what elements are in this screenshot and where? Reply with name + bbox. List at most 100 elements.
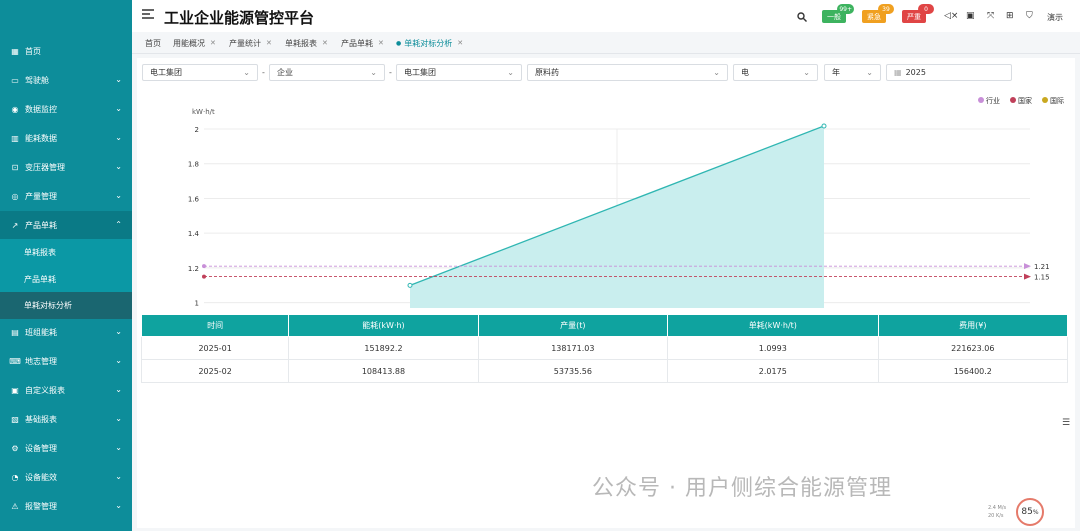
shirt-icon[interactable]: ⛉ — [1026, 11, 1033, 21]
alarm-badge-normal[interactable]: 一般 99+ — [822, 4, 854, 23]
tab-label: 产量统计 — [229, 38, 261, 48]
table-cell: 1.0993 — [667, 336, 879, 360]
tab-product-unit[interactable]: 产品单耗 ✕ — [341, 36, 384, 50]
alarm-badge-urgent[interactable]: 紧急 39 — [862, 4, 894, 23]
level-select[interactable]: 企业 ⌄ — [269, 64, 385, 81]
sidebar-item-label: 班组能耗 — [25, 328, 57, 337]
sidebar-item-energy-data[interactable]: ▥ 能耗数据 ⌄ — [0, 124, 132, 153]
period-select[interactable]: 年 ⌄ — [824, 64, 881, 81]
sidebar-subitem-benchmark[interactable]: 单耗对标分析 — [0, 292, 132, 319]
close-icon[interactable]: ✕ — [322, 39, 328, 47]
column-header[interactable]: 费用(¥) — [877, 314, 1069, 337]
main-panel: 电工集团 ⌄ - 企业 ⌄ - 电工集团 ⌄ 原料药 ⌄ 电 ⌄ 年 ⌄ ▦ 2025 kW·… — [137, 58, 1075, 528]
monitor-icon: ▭ — [11, 76, 19, 85]
separator: - — [389, 68, 392, 77]
column-header[interactable]: 产量(t) — [477, 314, 669, 337]
memory-gauge[interactable]: 85% — [1016, 498, 1044, 526]
table-row: 2025-01 151892.2 138171.03 1.0993 221623… — [140, 336, 1069, 360]
sidebar-item-label: 报警管理 — [25, 502, 57, 511]
tab-label: 用能概况 — [173, 38, 205, 48]
keyboard-icon: ⌨ — [9, 357, 21, 366]
table-cell: 151892.2 — [288, 336, 479, 360]
volume-mute-icon[interactable]: ◁× — [944, 11, 958, 21]
benchmark-chart: kW·h/t21.81.61.41.210.92025-012025-021.2… — [188, 96, 1064, 308]
sidebar-item-label: 设备能效 — [25, 473, 57, 482]
company-select[interactable]: 电工集团 ⌄ — [396, 64, 522, 81]
screenshot-icon[interactable]: ▣ — [966, 11, 975, 21]
sidebar-subitem-product-unit[interactable]: 产品单耗 — [0, 266, 132, 293]
energy-type-select[interactable]: 电 ⌄ — [733, 64, 818, 81]
menu-icon[interactable] — [142, 9, 154, 20]
tab-benchmark[interactable]: ● 单耗对标分析 ✕ — [396, 36, 463, 50]
upload-speed: 2.4 M/s — [988, 505, 1007, 511]
product-select[interactable]: 原料药 ⌄ — [527, 64, 728, 81]
badge-count: 0 — [918, 4, 934, 14]
legend-marker — [1010, 97, 1016, 103]
chevron-down-icon: ⌄ — [115, 133, 122, 142]
tab-energy-overview[interactable]: 用能概况 ✕ — [173, 36, 216, 50]
tab-home[interactable]: 首页 — [145, 36, 161, 50]
close-icon[interactable]: ✕ — [457, 39, 463, 47]
sidebar: ▦ 首页 ▭ 驾驶舱 ⌄ ◉ 数据监控 ⌄ ▥ 能耗数据 ⌄ ⊡ 变压器管理 ⌄ ◎ 产量管理 ⌄ ↗… — [0, 0, 132, 531]
column-header[interactable]: 能耗(kW·h) — [288, 314, 479, 337]
select-value: 企业 — [277, 68, 293, 77]
sidebar-item-monitoring[interactable]: ◉ 数据监控 ⌄ — [0, 95, 132, 124]
translate-icon[interactable]: ⊞ — [1006, 11, 1014, 21]
close-icon[interactable]: ✕ — [378, 39, 384, 47]
report-icon: ▧ — [11, 415, 19, 424]
data-table: 时间 能耗(kW·h) 产量(t) 单耗(kW·h/t) 费用(¥) 2025-… — [140, 314, 1069, 383]
chevron-down-icon: ⌄ — [115, 443, 122, 452]
sidebar-item-device-efficiency[interactable]: ◔ 设备能效 ⌄ — [0, 463, 132, 492]
close-icon[interactable]: ✕ — [266, 39, 272, 47]
tab-unit-report[interactable]: 单耗报表 ✕ — [285, 36, 328, 50]
sidebar-item-label: 产品单耗 — [25, 221, 57, 230]
select-value: 年 — [832, 68, 840, 77]
chevron-up-icon: ⌃ — [115, 220, 122, 229]
group-select[interactable]: 电工集团 ⌄ — [142, 64, 258, 81]
chevron-down-icon: ⌄ — [115, 75, 122, 84]
reference-label: 1.21 — [1034, 263, 1050, 271]
sidebar-item-home[interactable]: ▦ 首页 — [0, 37, 132, 66]
sidebar-item-unit-consumption[interactable]: ↗ 产品单耗 ⌃ — [0, 211, 132, 240]
sidebar-item-cockpit[interactable]: ▭ 驾驶舱 ⌄ — [0, 66, 132, 95]
y-tick-label: 1.8 — [188, 161, 199, 169]
settings-sliders-icon[interactable]: ☰ — [1062, 418, 1070, 428]
reference-start-point — [202, 274, 206, 279]
alarm-badge-severe[interactable]: 严重 0 — [902, 4, 934, 23]
select-value: 电工集团 — [150, 68, 182, 77]
chevron-down-icon: ⌄ — [115, 356, 122, 365]
sidebar-item-log[interactable]: ⌨ 地志管理 ⌄ — [0, 347, 132, 376]
badge-count: 39 — [878, 4, 894, 14]
sidebar-item-label: 驾驶舱 — [25, 76, 49, 85]
column-header[interactable]: 时间 — [140, 314, 290, 337]
sidebar-item-device[interactable]: ⚙ 设备管理 ⌄ — [0, 434, 132, 463]
year-picker[interactable]: ▦ 2025 — [886, 64, 1012, 81]
sidebar-item-custom-report[interactable]: ▣ 自定义报表 ⌄ — [0, 376, 132, 405]
sidebar-subitem-label: 单耗报表 — [24, 248, 56, 257]
sidebar-item-shift-energy[interactable]: ▤ 班组能耗 ⌄ — [0, 318, 132, 347]
search-icon[interactable] — [797, 12, 807, 22]
sidebar-item-transformer[interactable]: ⊡ 变压器管理 ⌄ — [0, 153, 132, 182]
alarm-icon: ⚠ — [11, 502, 19, 511]
user-name[interactable]: 演示 — [1047, 12, 1063, 23]
sidebar-subitem-unit-report[interactable]: 单耗报表 — [0, 239, 132, 266]
fullscreen-icon[interactable]: ⤧ — [987, 11, 994, 21]
calendar-icon: ▦ — [894, 68, 902, 77]
sidebar-item-label: 首页 — [25, 47, 41, 56]
close-icon[interactable]: ✕ — [210, 39, 216, 47]
badge-label: 严重 — [907, 12, 921, 21]
select-value: 原料药 — [535, 68, 559, 77]
sidebar-item-alarm[interactable]: ⚠ 报警管理 ⌄ — [0, 492, 132, 521]
tab-production-stats[interactable]: 产量统计 ✕ — [229, 36, 272, 50]
sidebar-item-basic-report[interactable]: ▧ 基础报表 ⌄ — [0, 405, 132, 434]
chevron-down-icon: ⌄ — [115, 104, 122, 113]
y-tick-label: 1.6 — [188, 195, 200, 203]
column-header[interactable]: 单耗(kW·h/t) — [667, 314, 879, 337]
legend-marker — [1042, 97, 1048, 103]
sidebar-item-production[interactable]: ◎ 产量管理 ⌄ — [0, 182, 132, 211]
separator: - — [262, 68, 265, 77]
table-cell: 2025-01 — [140, 336, 290, 360]
chevron-down-icon: ⌄ — [713, 68, 720, 77]
chevron-down-icon: ⌄ — [243, 68, 250, 77]
legend-marker — [978, 97, 984, 103]
